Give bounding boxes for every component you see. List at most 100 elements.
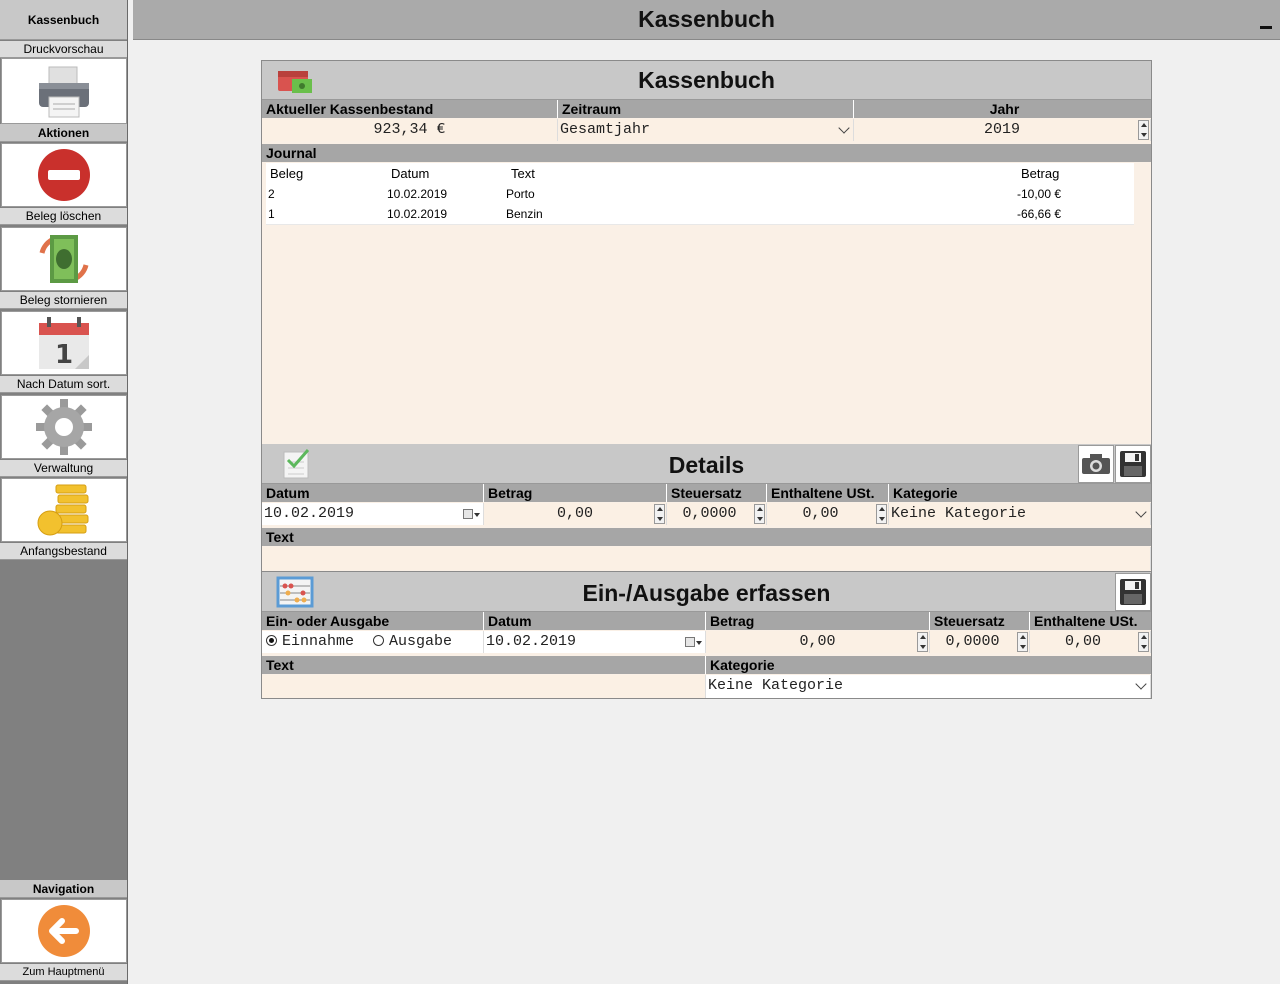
entry-tax-label: Steuersatz bbox=[930, 612, 1030, 630]
details-category-value: Keine Kategorie bbox=[891, 505, 1027, 522]
tax-spinner[interactable] bbox=[1017, 632, 1028, 652]
table-row[interactable]: 1 10.02.2019 Benzin -66,66 € bbox=[266, 204, 1134, 225]
entry-type-label: Ein- oder Ausgabe bbox=[262, 612, 484, 630]
entry-text-input[interactable] bbox=[262, 675, 706, 698]
cell-text: Benzin bbox=[506, 207, 543, 221]
entry-vat-label: Enthaltene USt. bbox=[1030, 612, 1151, 630]
journal-label: Journal bbox=[262, 144, 1151, 162]
entry-vat-input[interactable]: 0,00 bbox=[1030, 631, 1151, 653]
cell-text: Porto bbox=[506, 187, 535, 201]
radio-selected-icon bbox=[266, 635, 277, 646]
income-radio[interactable]: Einnahme bbox=[266, 633, 354, 650]
cancel-receipt-button[interactable] bbox=[1, 227, 127, 291]
delete-icon bbox=[38, 149, 90, 201]
year-input[interactable]: 2019 bbox=[854, 119, 1151, 141]
cashbook-title: Kassenbuch bbox=[638, 67, 775, 93]
amount-spinner[interactable] bbox=[917, 632, 928, 652]
calendar-day: 1 bbox=[55, 340, 73, 370]
period-label: Zeitraum bbox=[558, 100, 854, 118]
period-value: Gesamtjahr bbox=[560, 121, 651, 138]
details-category-select[interactable]: Keine Kategorie bbox=[889, 503, 1151, 525]
floppy-disk-icon bbox=[1120, 451, 1146, 477]
navigation-header: Navigation bbox=[0, 880, 127, 898]
window-title: Kassenbuch bbox=[638, 6, 775, 32]
income-label: Einnahme bbox=[282, 633, 355, 650]
save-details-button[interactable] bbox=[1115, 445, 1151, 483]
details-tax-input[interactable]: 0,0000 bbox=[667, 503, 767, 525]
vat-spinner[interactable] bbox=[1138, 632, 1149, 652]
entry-date-value: 10.02.2019 bbox=[486, 633, 577, 650]
details-vat-value: 0,00 bbox=[802, 505, 839, 522]
expense-label: Ausgabe bbox=[389, 633, 453, 650]
sidebar-header: Kassenbuch bbox=[0, 0, 127, 40]
photo-button[interactable] bbox=[1078, 445, 1114, 483]
entry-text-label: Text bbox=[262, 656, 706, 674]
details-title: Details bbox=[668, 452, 745, 478]
journal-header-row: Beleg Datum Text Betrag bbox=[266, 163, 1134, 185]
money-refresh-icon bbox=[39, 235, 89, 283]
chevron-down-icon bbox=[1135, 678, 1147, 690]
calendar-picker-icon[interactable] bbox=[685, 637, 695, 647]
details-panel: Details Datum Betrag Steuersatz Enthalte… bbox=[261, 444, 1152, 572]
details-amount-value: 0,00 bbox=[556, 505, 593, 522]
cell-datum: 10.02.2019 bbox=[387, 207, 448, 221]
col-betrag[interactable]: Betrag bbox=[1021, 166, 1059, 181]
cell-betrag: -10,00 € bbox=[1017, 187, 1062, 201]
gear-icon bbox=[36, 399, 92, 455]
details-text-input[interactable] bbox=[262, 547, 1151, 570]
cashbook-panel: Kassenbuch Aktueller Kassenbestand Zeitr… bbox=[261, 60, 1152, 445]
cell-datum: 10.02.2019 bbox=[387, 187, 448, 201]
balance-label: Aktueller Kassenbestand bbox=[262, 100, 558, 118]
year-spinner[interactable] bbox=[1138, 120, 1149, 140]
calendar-picker-icon[interactable] bbox=[463, 509, 473, 519]
coins-icon bbox=[37, 484, 89, 536]
year-value: 2019 bbox=[983, 121, 1020, 138]
details-date-input[interactable]: 10.02.2019 bbox=[262, 503, 484, 525]
sort-by-date-button[interactable]: 1 bbox=[1, 311, 127, 375]
period-select[interactable]: Gesamtjahr bbox=[558, 119, 854, 141]
entry-category-select[interactable]: Keine Kategorie bbox=[706, 675, 1151, 698]
cell-beleg: 1 bbox=[268, 207, 275, 221]
tax-spinner[interactable] bbox=[754, 504, 765, 524]
details-date-label: Datum bbox=[262, 484, 484, 502]
details-tax-label: Steuersatz bbox=[667, 484, 767, 502]
sort-by-date-label: Nach Datum sort. bbox=[0, 376, 127, 393]
delete-receipt-label: Beleg löschen bbox=[0, 208, 127, 225]
col-datum[interactable]: Datum bbox=[391, 166, 429, 181]
administration-button[interactable] bbox=[1, 395, 127, 459]
delete-receipt-button[interactable] bbox=[1, 143, 127, 207]
save-entry-button[interactable] bbox=[1115, 573, 1151, 611]
vat-spinner[interactable] bbox=[876, 504, 887, 524]
opening-balance-button[interactable] bbox=[1, 478, 127, 542]
entry-amount-input[interactable]: 0,00 bbox=[706, 631, 930, 653]
col-text[interactable]: Text bbox=[511, 166, 535, 181]
printer-icon bbox=[39, 66, 89, 118]
col-beleg[interactable]: Beleg bbox=[270, 166, 303, 181]
expense-radio[interactable]: Ausgabe bbox=[373, 633, 452, 650]
entry-amount-label: Betrag bbox=[706, 612, 930, 630]
details-amount-input[interactable]: 0,00 bbox=[484, 503, 667, 525]
actions-header: Aktionen bbox=[0, 124, 127, 142]
details-date-value: 10.02.2019 bbox=[264, 505, 355, 522]
print-preview-button[interactable] bbox=[1, 58, 127, 124]
entry-category-value: Keine Kategorie bbox=[708, 677, 844, 694]
administration-label: Verwaltung bbox=[0, 460, 127, 477]
main-menu-button[interactable] bbox=[1, 899, 127, 963]
details-text-label: Text bbox=[262, 528, 1151, 546]
entry-title: Ein-/Ausgabe erfassen bbox=[582, 580, 831, 606]
radio-empty-icon bbox=[373, 635, 385, 646]
details-amount-label: Betrag bbox=[484, 484, 667, 502]
entry-date-input[interactable]: 10.02.2019 bbox=[484, 631, 706, 653]
table-row[interactable]: 2 10.02.2019 Porto -10,00 € bbox=[266, 184, 1134, 205]
minimize-button[interactable] bbox=[1260, 26, 1272, 29]
entry-tax-input[interactable]: 0,0000 bbox=[930, 631, 1030, 653]
cancel-receipt-label: Beleg stornieren bbox=[0, 292, 127, 309]
entry-amount-value: 0,00 bbox=[799, 633, 836, 650]
chevron-down-icon bbox=[838, 122, 850, 134]
details-tax-value: 0,0000 bbox=[682, 505, 737, 522]
amount-spinner[interactable] bbox=[654, 504, 665, 524]
details-vat-label: Enthaltene USt. bbox=[767, 484, 889, 502]
details-vat-input[interactable]: 0,00 bbox=[767, 503, 889, 525]
sidebar: Kassenbuch Druckvorschau Aktionen Beleg … bbox=[0, 0, 128, 984]
balance-amount: 923,34 € bbox=[373, 121, 446, 138]
